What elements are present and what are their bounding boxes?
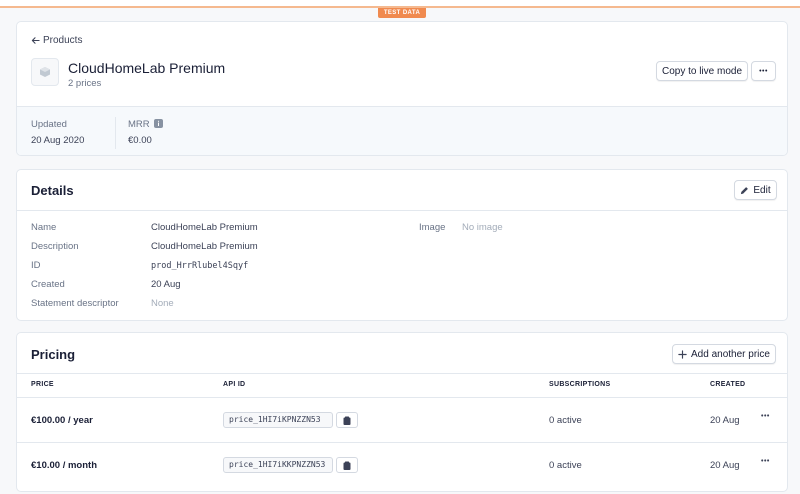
- field-value-created: 20 Aug: [151, 279, 181, 290]
- ellipsis-icon: •••: [759, 67, 768, 75]
- test-data-badge: TEST DATA: [378, 8, 426, 18]
- details-title: Details: [31, 183, 74, 198]
- divider: [17, 397, 787, 398]
- field-label-created: Created: [31, 279, 65, 290]
- divider: [17, 210, 787, 211]
- clipboard-icon: [343, 461, 351, 470]
- column-header-api-id: API ID: [223, 381, 246, 388]
- product-header-card: Products CloudHomeLab Premium 2 prices C…: [16, 21, 788, 156]
- add-another-price-button[interactable]: Add another price: [672, 344, 776, 364]
- product-title: CloudHomeLab Premium: [68, 60, 226, 76]
- divider: [17, 442, 787, 443]
- field-value-name: CloudHomeLab Premium: [151, 222, 258, 233]
- column-header-subscriptions: SUBSCRIPTIONS: [549, 381, 611, 388]
- copy-to-live-mode-button[interactable]: Copy to live mode: [656, 61, 748, 81]
- test-mode-bar: [0, 0, 800, 8]
- mrr-label: MRR: [128, 119, 150, 130]
- edit-button[interactable]: Edit: [734, 180, 777, 200]
- field-value-statement-descriptor: None: [151, 298, 174, 309]
- column-header-created: CREATED: [710, 381, 746, 388]
- row-subscriptions: 0 active: [549, 460, 582, 471]
- row-more-button[interactable]: •••: [761, 458, 770, 465]
- divider: [17, 373, 787, 374]
- field-label-image: Image: [419, 222, 446, 233]
- stats-divider: [115, 117, 116, 149]
- pricing-title: Pricing: [31, 347, 76, 362]
- copy-api-id-button[interactable]: [336, 412, 358, 428]
- more-actions-button[interactable]: •••: [751, 61, 776, 81]
- pricing-card: Pricing Add another price PRICE API ID S…: [16, 332, 788, 492]
- product-thumbnail: [31, 58, 59, 86]
- edit-label: Edit: [753, 184, 771, 196]
- field-label-description: Description: [31, 241, 79, 252]
- field-value-image: No image: [462, 222, 503, 233]
- row-more-button[interactable]: •••: [761, 413, 770, 420]
- clipboard-icon: [343, 416, 351, 425]
- row-price: €100.00 / year: [31, 415, 93, 426]
- row-created: 20 Aug: [710, 415, 740, 426]
- row-api-id[interactable]: price_1HI7iKKPNZZN53: [223, 457, 333, 473]
- add-another-price-label: Add another price: [691, 348, 770, 360]
- updated-label: Updated: [31, 119, 67, 130]
- mrr-value: €0.00: [128, 135, 152, 146]
- product-price-count: 2 prices: [68, 78, 102, 89]
- column-header-price: PRICE: [31, 381, 54, 388]
- row-api-id[interactable]: price_1HI7iKPNZZN53: [223, 412, 333, 428]
- field-label-statement-descriptor: Statement descriptor: [31, 298, 119, 309]
- field-label-id: ID: [31, 260, 41, 271]
- back-link-label: Products: [43, 35, 83, 46]
- field-value-description: CloudHomeLab Premium: [151, 241, 258, 252]
- cube-icon: [40, 67, 50, 77]
- arrow-left-icon: [31, 37, 40, 44]
- details-card: Details Edit Name CloudHomeLab Premium D…: [16, 169, 788, 321]
- info-icon[interactable]: [154, 119, 163, 128]
- product-stats: Updated 20 Aug 2020 MRR €0.00: [17, 106, 787, 155]
- row-subscriptions: 0 active: [549, 415, 582, 426]
- field-label-name: Name: [31, 222, 57, 233]
- row-price: €10.00 / month: [31, 460, 97, 471]
- updated-value: 20 Aug 2020: [31, 135, 85, 146]
- back-to-products-link[interactable]: Products: [31, 35, 82, 46]
- plus-icon: [678, 349, 687, 359]
- copy-api-id-button[interactable]: [336, 457, 358, 473]
- pencil-icon: [741, 186, 749, 194]
- copy-to-live-mode-label: Copy to live mode: [661, 65, 743, 77]
- row-created: 20 Aug: [710, 460, 740, 471]
- field-value-id[interactable]: prod_HrrRlubel4Sqyf: [151, 261, 248, 271]
